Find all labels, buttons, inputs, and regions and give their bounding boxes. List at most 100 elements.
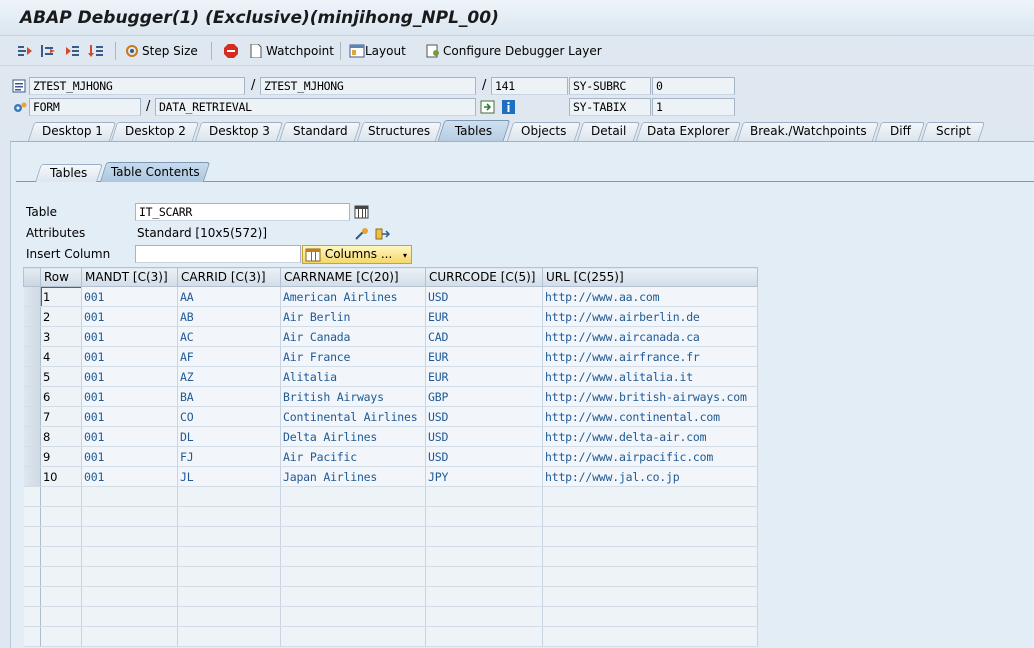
url-cell[interactable]: http://www.airfrance.fr — [542, 346, 758, 367]
tab-structures[interactable]: Structures — [356, 122, 443, 141]
stop-button[interactable] — [223, 42, 239, 60]
currcode-cell[interactable]: EUR — [425, 366, 543, 387]
tab-detail[interactable]: Detail — [576, 122, 641, 141]
info-icon[interactable] — [501, 100, 517, 114]
tab-desktop-2[interactable]: Desktop 2 — [110, 122, 200, 141]
mandt-cell[interactable]: 001 — [81, 326, 178, 347]
column-header-mandt[interactable]: MANDT [C(3)] — [81, 267, 178, 287]
url-cell[interactable]: http://www.continental.com — [542, 406, 758, 427]
table-row[interactable]: 2 001 AB Air Berlin EUR http://www.airberlin.… — [23, 306, 758, 327]
column-header-url[interactable]: URL [C(255)] — [542, 267, 758, 287]
columns-button[interactable]: Columns ... ▾ — [302, 245, 412, 264]
mandt-cell[interactable]: 001 — [81, 386, 178, 407]
carrname-cell[interactable]: Air Pacific — [280, 446, 426, 467]
table-row[interactable]: 4 001 AF Air France EUR http://www.airfrance.… — [23, 346, 758, 367]
currcode-cell[interactable]: EUR — [425, 306, 543, 327]
table-name-input[interactable]: IT_SCARR — [135, 203, 350, 221]
row-number-cell[interactable]: 1 — [40, 286, 82, 307]
url-cell[interactable]: http://www.british-airways.com — [542, 386, 758, 407]
row-number-cell[interactable]: 6 — [40, 386, 82, 407]
currcode-cell[interactable]: GBP — [425, 386, 543, 407]
carrname-cell[interactable]: Continental Airlines — [280, 406, 426, 427]
currcode-cell[interactable]: USD — [425, 446, 543, 467]
row-selector[interactable] — [23, 426, 41, 447]
currcode-cell[interactable]: USD — [425, 426, 543, 447]
column-header-carrname[interactable]: CARRNAME [C(20)] — [280, 267, 426, 287]
program-field[interactable]: ZTEST_MJHONG — [29, 77, 245, 95]
row-number-cell[interactable]: 8 — [40, 426, 82, 447]
row-selector[interactable] — [23, 446, 41, 467]
step-return-button[interactable] — [64, 42, 80, 60]
table-row[interactable]: 10 001 JL Japan Airlines JPY http://www.jal.c… — [23, 466, 758, 487]
url-cell[interactable]: http://www.jal.co.jp — [542, 466, 758, 487]
sy-subrc-value[interactable]: 0 — [652, 77, 735, 95]
row-number-cell[interactable]: 4 — [40, 346, 82, 367]
table-row[interactable]: 3 001 AC Air Canada CAD http://www.aircanada.… — [23, 326, 758, 347]
carrname-cell[interactable]: Delta Airlines — [280, 426, 426, 447]
object-nav-icon[interactable] — [354, 227, 370, 241]
row-number-cell[interactable]: 5 — [40, 366, 82, 387]
currcode-cell[interactable]: USD — [425, 406, 543, 427]
table-row[interactable]: 9 001 FJ Air Pacific USD http://www.airpacifi… — [23, 446, 758, 467]
row-selector[interactable] — [23, 386, 41, 407]
tab-diff[interactable]: Diff — [874, 122, 926, 141]
carrname-cell[interactable]: British Airways — [280, 386, 426, 407]
row-selector[interactable] — [23, 306, 41, 327]
currcode-cell[interactable]: JPY — [425, 466, 543, 487]
mandt-cell[interactable]: 001 — [81, 466, 178, 487]
mandt-cell[interactable]: 001 — [81, 426, 178, 447]
currcode-cell[interactable]: EUR — [425, 346, 543, 367]
event-name-field[interactable]: DATA_RETRIEVAL — [155, 98, 476, 116]
column-header-currcode[interactable]: CURRCODE [C(5)] — [425, 267, 543, 287]
row-number-cell[interactable]: 3 — [40, 326, 82, 347]
tab-desktop-3[interactable]: Desktop 3 — [194, 122, 284, 141]
sy-tabix-value[interactable]: 1 — [652, 98, 735, 116]
row-selector[interactable] — [23, 326, 41, 347]
mandt-cell[interactable]: 001 — [81, 366, 178, 387]
carrid-cell[interactable]: AC — [177, 326, 281, 347]
tab-script[interactable]: Script — [920, 122, 986, 141]
tab-data-explorer[interactable]: Data Explorer — [635, 122, 742, 141]
row-number-cell[interactable]: 7 — [40, 406, 82, 427]
tab-desktop-1[interactable]: Desktop 1 — [27, 122, 117, 141]
table-row[interactable]: 8 001 DL Delta Airlines USD http://www.delta-… — [23, 426, 758, 447]
continue-button[interactable] — [88, 42, 104, 60]
line-field[interactable]: 141 — [491, 77, 568, 95]
carrid-cell[interactable]: AA — [177, 286, 281, 307]
export-icon[interactable] — [374, 227, 390, 241]
carrname-cell[interactable]: Air Berlin — [280, 306, 426, 327]
tab-tables[interactable]: Tables — [437, 120, 511, 141]
url-cell[interactable]: http://www.alitalia.it — [542, 366, 758, 387]
row-selector[interactable] — [23, 286, 41, 307]
carrname-cell[interactable]: American Airlines — [280, 286, 426, 307]
table-row[interactable]: 6 001 BA British Airways GBP http://www.briti… — [23, 386, 758, 407]
mandt-cell[interactable]: 001 — [81, 346, 178, 367]
column-header-row[interactable]: Row — [40, 267, 82, 287]
carrid-cell[interactable]: AB — [177, 306, 281, 327]
url-cell[interactable]: http://www.airberlin.de — [542, 306, 758, 327]
carrname-cell[interactable]: Air Canada — [280, 326, 426, 347]
carrid-cell[interactable]: JL — [177, 466, 281, 487]
url-cell[interactable]: http://www.airpacific.com — [542, 446, 758, 467]
select-all-cell[interactable] — [23, 267, 41, 287]
configure-debugger-layer-button[interactable]: Configure Debugger Layer — [425, 42, 602, 60]
carrname-cell[interactable]: Japan Airlines — [280, 466, 426, 487]
table-row[interactable]: 5 001 AZ Alitalia EUR http://www.alitalia.it — [23, 366, 758, 387]
row-selector[interactable] — [23, 466, 41, 487]
row-number-cell[interactable]: 2 — [40, 306, 82, 327]
carrid-cell[interactable]: BA — [177, 386, 281, 407]
tab-objects[interactable]: Objects — [506, 122, 582, 141]
carrid-cell[interactable]: AF — [177, 346, 281, 367]
carrid-cell[interactable]: CO — [177, 406, 281, 427]
row-number-cell[interactable]: 10 — [40, 466, 82, 487]
url-cell[interactable]: http://www.delta-air.com — [542, 426, 758, 447]
url-cell[interactable]: http://www.aa.com — [542, 286, 758, 307]
carrname-cell[interactable]: Air France — [280, 346, 426, 367]
row-number-cell[interactable]: 9 — [40, 446, 82, 467]
row-selector[interactable] — [23, 346, 41, 367]
mandt-cell[interactable]: 001 — [81, 286, 178, 307]
row-selector[interactable] — [23, 406, 41, 427]
currcode-cell[interactable]: CAD — [425, 326, 543, 347]
step-into-button[interactable] — [17, 42, 33, 60]
carrid-cell[interactable]: FJ — [177, 446, 281, 467]
